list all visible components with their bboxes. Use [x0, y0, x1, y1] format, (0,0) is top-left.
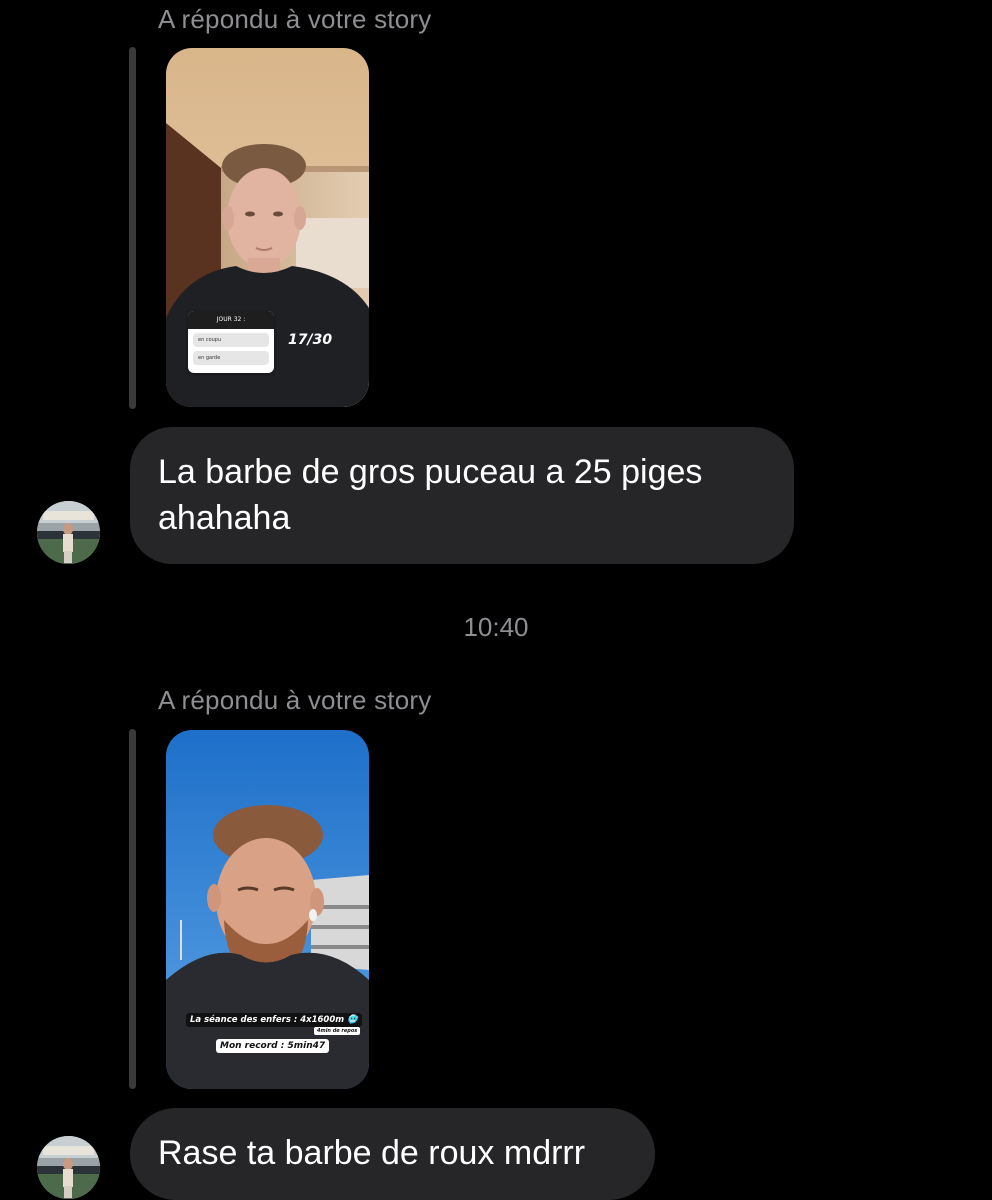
- message-bubble[interactable]: La barbe de gros puceau a 25 piges ahaha…: [130, 427, 794, 564]
- reply-label: A répondu à votre story: [158, 4, 432, 34]
- story-thumbnail-2[interactable]: La séance des enfers : 4x1600m 🥶 4min de…: [166, 730, 369, 1089]
- record-sticker: Mon record : 5min47: [216, 1039, 330, 1053]
- poll-option: en garde: [193, 351, 269, 365]
- poll-sticker: JOUR 32 : en coupu en garde: [188, 311, 274, 373]
- reply-label: A répondu à votre story: [158, 685, 432, 715]
- timestamp: 10:40: [463, 612, 529, 642]
- reply-indicator-bar: [129, 47, 136, 409]
- message-text: Rase ta barbe de roux mdrrr: [158, 1134, 586, 1172]
- avatar-image: [37, 501, 100, 564]
- poll-title: JOUR 32 :: [188, 311, 274, 329]
- story-image: [166, 730, 369, 1089]
- day-counter: 17/30: [288, 332, 333, 348]
- avatar-image: [37, 1136, 100, 1199]
- workout-title-sticker: La séance des enfers : 4x1600m 🥶: [186, 1013, 362, 1027]
- reply-indicator-bar: [129, 729, 136, 1089]
- message-text: La barbe de gros puceau a 25 piges ahaha…: [158, 453, 703, 537]
- avatar[interactable]: [37, 1136, 100, 1199]
- message-bubble[interactable]: Rase ta barbe de roux mdrrr: [130, 1108, 655, 1200]
- poll-option: en coupu: [193, 333, 269, 347]
- rest-sticker: 4min de repos: [314, 1027, 361, 1035]
- story-thumbnail-1[interactable]: JOUR 32 : en coupu en garde 17/30: [166, 48, 369, 407]
- avatar[interactable]: [37, 501, 100, 564]
